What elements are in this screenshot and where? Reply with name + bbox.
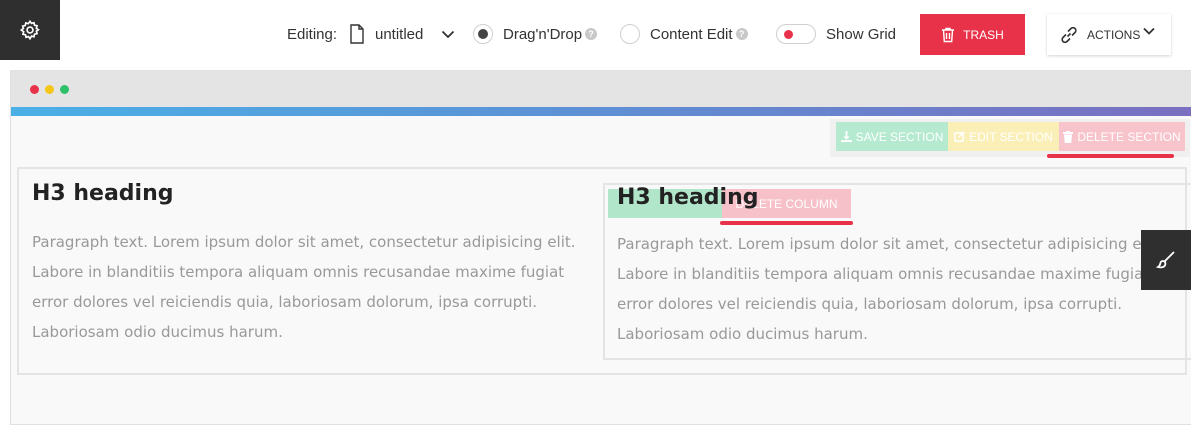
edit-section-button[interactable]: EDIT SECTION	[948, 122, 1059, 151]
column-right[interactable]: DELETE COLUMN H3 heading Paragraph text.…	[603, 183, 1191, 360]
mode-content-edit-label: Content Edit	[650, 25, 733, 43]
paragraph-line: error dolores vel reiciendis quia, labor…	[32, 293, 538, 311]
paragraph-line: Paragraph text. Lorem ipsum dolor sit am…	[617, 235, 1161, 253]
paragraph-line: Laboriosam odio ducimus harum.	[32, 323, 283, 341]
delete-column-underline	[720, 221, 853, 225]
trash-label: TRASH	[963, 27, 1004, 42]
edit-section-label: EDIT SECTION	[969, 129, 1053, 144]
delete-section-underline	[1047, 154, 1174, 158]
mode-content-edit-radio[interactable]: Content Edit ?	[620, 0, 748, 68]
radio-selected[interactable]	[473, 24, 493, 44]
column-heading: H3 heading	[32, 181, 174, 206]
help-icon[interactable]: ?	[585, 28, 598, 40]
save-section-label: SAVE SECTION	[855, 129, 944, 144]
save-section-button[interactable]: SAVE SECTION	[836, 122, 948, 151]
mode-dragdrop-radio[interactable]: Drag'n'Drop ?	[473, 0, 598, 68]
paragraph-line: Labore in blanditiis tempora aliquam omn…	[32, 263, 565, 281]
mode-dragdrop-label: Drag'n'Drop	[503, 25, 583, 43]
page-preview-frame: SAVE SECTION EDIT SECTION DELETE SECTION…	[10, 70, 1191, 425]
file-name-dropdown[interactable]: untitled	[375, 0, 423, 68]
column-left[interactable]: H3 heading Paragraph text. Lorem ipsum d…	[25, 169, 595, 369]
paragraph-line: error dolores vel reiciendis quia, labor…	[617, 295, 1123, 313]
show-grid-toggle[interactable]: Show Grid	[776, 0, 896, 68]
trash-button[interactable]: TRASH	[920, 14, 1025, 55]
file-icon	[349, 0, 365, 68]
editing-label: Editing:	[287, 25, 338, 43]
window-minimize-dot	[45, 85, 54, 94]
delete-section-button[interactable]: DELETE SECTION	[1059, 122, 1185, 151]
column-paragraph: Paragraph text. Lorem ipsum dolor sit am…	[617, 229, 1191, 349]
paragraph-line: Laboriosam odio ducimus harum.	[617, 325, 868, 343]
top-toolbar: Editing: untitled Drag'n'Drop ? Content …	[0, 0, 1191, 60]
paragraph-line: Paragraph text. Lorem ipsum dolor sit am…	[32, 233, 576, 251]
content-section[interactable]: H3 heading Paragraph text. Lorem ipsum d…	[17, 167, 1191, 375]
column-heading: H3 heading	[617, 185, 759, 210]
settings-button[interactable]	[0, 0, 60, 60]
section-toolbar: SAVE SECTION EDIT SECTION DELETE SECTION	[830, 119, 1190, 157]
window-maximize-dot	[60, 85, 69, 94]
trash-icon	[942, 27, 955, 42]
delete-section-label: DELETE SECTION	[1077, 129, 1181, 144]
column-paragraph: Paragraph text. Lorem ipsum dolor sit am…	[32, 227, 576, 347]
show-grid-label: Show Grid	[826, 25, 897, 43]
style-panel-button[interactable]	[1141, 230, 1191, 290]
chevron-down-icon[interactable]	[441, 0, 455, 68]
gear-icon	[19, 19, 40, 41]
toggle-switch[interactable]	[776, 24, 816, 44]
link-icon	[1061, 26, 1077, 43]
window-close-dot	[30, 85, 39, 94]
accent-gradient-bar	[11, 107, 1191, 116]
actions-label: ACTIONS	[1087, 27, 1141, 42]
radio-unselected[interactable]	[620, 24, 640, 44]
edit-icon	[954, 131, 965, 142]
help-icon[interactable]: ?	[735, 28, 748, 40]
trash-icon	[1063, 130, 1074, 143]
window-title-bar	[11, 71, 1191, 107]
download-icon	[840, 131, 852, 142]
chevron-down-icon	[1143, 27, 1155, 35]
brush-icon	[1155, 251, 1175, 269]
actions-dropdown-button[interactable]: ACTIONS	[1047, 14, 1171, 55]
paragraph-line: Labore in blanditiis tempora aliquam omn…	[617, 265, 1150, 283]
